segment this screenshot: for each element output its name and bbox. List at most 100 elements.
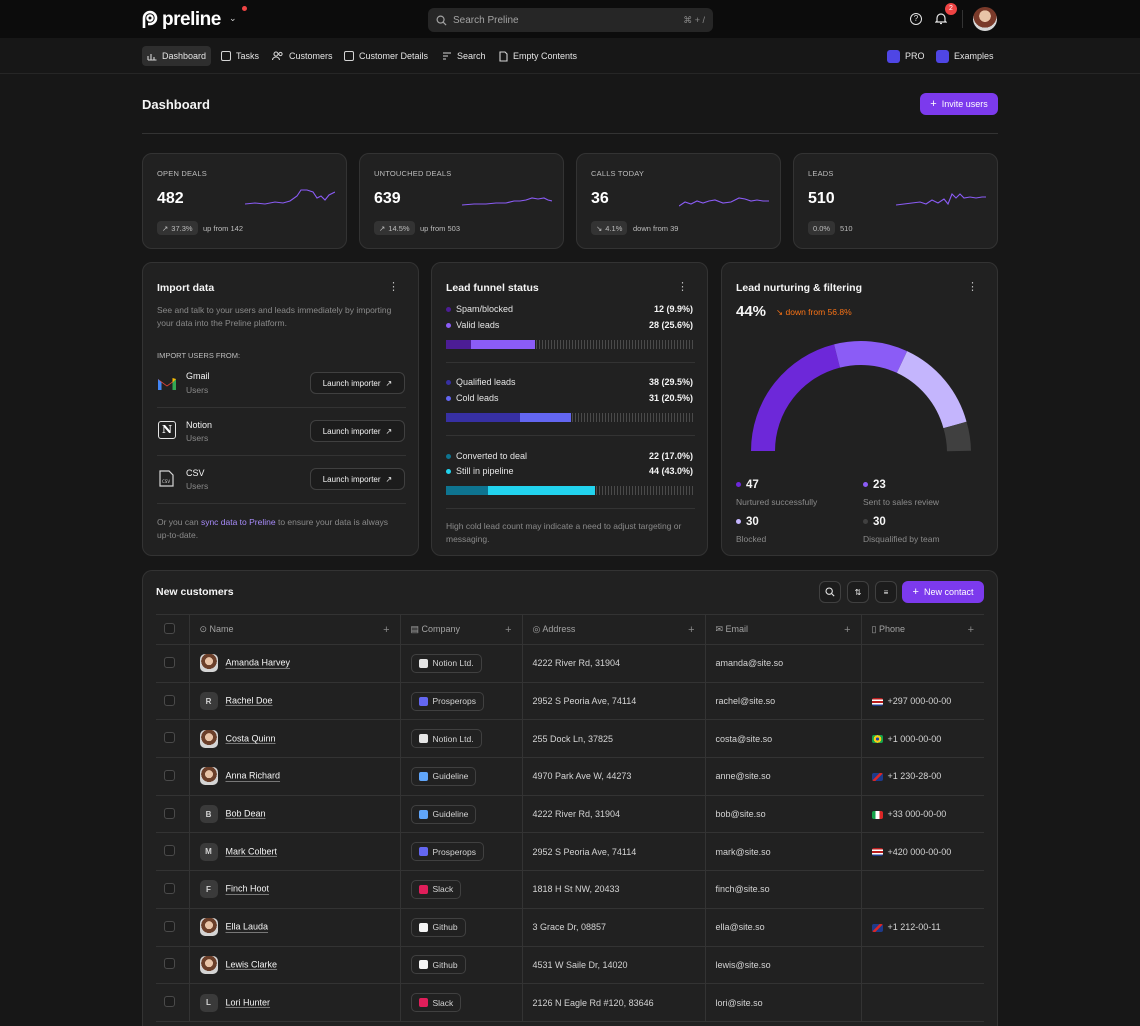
more-options-icon[interactable]: ⋮ bbox=[388, 281, 399, 293]
company-chip[interactable]: Guideline bbox=[410, 804, 477, 824]
nav-tasks[interactable]: Tasks bbox=[216, 46, 264, 66]
table-row[interactable]: F Finch Hoot Slack 1818 H St NW, 20433 finch… bbox=[156, 870, 984, 909]
row-checkbox[interactable] bbox=[164, 845, 175, 857]
help-icon[interactable]: ? bbox=[910, 13, 922, 25]
user-avatar[interactable] bbox=[973, 7, 997, 31]
add-column-icon[interactable]: + bbox=[688, 624, 694, 636]
add-column-icon[interactable]: + bbox=[844, 624, 850, 636]
company-chip[interactable]: Github bbox=[410, 917, 466, 937]
company-chip[interactable]: Notion Ltd. bbox=[410, 653, 482, 673]
nav-customers[interactable]: Customers bbox=[267, 46, 338, 66]
prosperops-icon bbox=[418, 847, 428, 857]
launch-importer-gmail-button[interactable]: Launch importer ↗ bbox=[310, 372, 405, 394]
arrow-up-right-icon: ↗ bbox=[385, 426, 393, 436]
company-chip[interactable]: Github bbox=[410, 955, 466, 975]
table-row[interactable]: B Bob Dean Guideline 4222 River Rd, 31904 bo… bbox=[156, 794, 984, 834]
sparkline bbox=[679, 197, 769, 207]
pro-icon bbox=[887, 49, 900, 63]
row-checkbox[interactable] bbox=[164, 882, 175, 894]
flag-br-icon bbox=[871, 735, 883, 744]
table-row[interactable]: R Rachel Doe Prosperops 2952 S Peoria Ave, … bbox=[156, 681, 984, 721]
nav-pro[interactable]: PRO bbox=[882, 46, 930, 66]
customer-name-link[interactable]: Bob Dean bbox=[226, 808, 266, 818]
column-company[interactable]: ▤ Company + bbox=[399, 614, 523, 645]
table-search-button[interactable] bbox=[819, 581, 841, 603]
table-row[interactable]: Ella Lauda Github 3 Grace Dr, 08857 ella@si… bbox=[156, 907, 984, 947]
table-row[interactable]: L Lori Hunter Slack 2126 N Eagle Rd #120, 8… bbox=[156, 983, 984, 1022]
row-checkbox[interactable] bbox=[164, 958, 175, 970]
more-options-icon[interactable]: ⋮ bbox=[677, 281, 688, 293]
table-row[interactable]: Amanda Harvey Notion Ltd. 4222 River Rd, 3… bbox=[156, 644, 984, 683]
customer-name-link[interactable]: Lori Hunter bbox=[226, 997, 271, 1007]
select-all-checkbox[interactable] bbox=[164, 623, 175, 634]
column-name[interactable]: ⊙ Name + bbox=[188, 614, 401, 645]
workspace-dropdown-icon[interactable]: ⌄ bbox=[229, 13, 239, 23]
phone-icon: ▯ bbox=[871, 624, 879, 634]
add-column-icon[interactable]: + bbox=[505, 624, 511, 636]
customer-name-link[interactable]: Lewis Clarke bbox=[226, 959, 278, 969]
email-cell: lewis@site.so bbox=[704, 945, 862, 985]
company-chip[interactable]: Prosperops bbox=[410, 842, 484, 862]
guideline-icon bbox=[418, 809, 428, 819]
row-checkbox[interactable] bbox=[164, 807, 175, 819]
filter-button[interactable]: ≡ bbox=[875, 581, 897, 603]
nav-empty-contents[interactable]: Empty Contents bbox=[494, 46, 582, 66]
phone-cell bbox=[860, 983, 984, 1022]
address-cell: 255 Dock Ln, 37825 bbox=[521, 719, 706, 759]
row-checkbox[interactable] bbox=[164, 656, 175, 668]
sync-data-link[interactable]: sync data to Preline bbox=[201, 517, 276, 527]
nav-examples[interactable]: Examples bbox=[931, 46, 999, 66]
row-checkbox[interactable] bbox=[164, 732, 175, 744]
launch-importer-csv-button[interactable]: Launch importer ↗ bbox=[310, 468, 405, 490]
invite-users-button[interactable]: + Invite users bbox=[920, 93, 998, 115]
company-chip[interactable]: Slack bbox=[410, 879, 462, 899]
search-icon bbox=[436, 15, 447, 26]
company-chip[interactable]: Slack bbox=[410, 993, 462, 1013]
map-pin-icon: ◎ bbox=[532, 624, 543, 634]
phone-cell: +1 212-00-11 bbox=[860, 907, 984, 947]
column-address[interactable]: ◎ Address + bbox=[521, 614, 706, 645]
phone-cell: +1 230-28-00 bbox=[860, 757, 984, 796]
column-email[interactable]: ✉ Email + bbox=[704, 614, 862, 645]
nav-customer-details[interactable]: Customer Details bbox=[339, 46, 433, 66]
funnel-seg-cold bbox=[520, 413, 571, 422]
customer-name-link[interactable]: Finch Hoot bbox=[226, 884, 270, 894]
row-checkbox[interactable] bbox=[164, 694, 175, 706]
customer-name-link[interactable]: Ella Lauda bbox=[226, 922, 269, 932]
notion-icon bbox=[418, 734, 428, 744]
table-row[interactable]: Lewis Clarke Github 4531 W Saile Dr, 14020… bbox=[156, 945, 984, 985]
address-cell: 4222 River Rd, 31904 bbox=[521, 794, 706, 834]
nav-dashboard[interactable]: Dashboard bbox=[142, 46, 212, 66]
legend-dot bbox=[446, 380, 451, 386]
avatar: R bbox=[199, 692, 218, 711]
nav-search[interactable]: Search bbox=[437, 46, 491, 66]
customer-name-link[interactable]: Anna Richard bbox=[226, 771, 281, 781]
customer-name-link[interactable]: Costa Quinn bbox=[226, 733, 276, 743]
new-contact-button[interactable]: + New contact bbox=[902, 581, 984, 603]
avatar: M bbox=[199, 842, 218, 861]
company-chip[interactable]: Prosperops bbox=[410, 691, 484, 711]
add-column-icon[interactable]: + bbox=[383, 624, 389, 636]
table-row[interactable]: Costa Quinn Notion Ltd. 255 Dock Ln, 37825… bbox=[156, 719, 984, 759]
bell-icon[interactable] bbox=[935, 12, 947, 25]
table-row[interactable]: Anna Richard Guideline 4970 Park Ave W, 44… bbox=[156, 757, 984, 796]
company-chip[interactable]: Notion Ltd. bbox=[410, 729, 482, 749]
row-checkbox[interactable] bbox=[164, 996, 175, 1008]
row-checkbox[interactable] bbox=[164, 920, 175, 932]
table-row[interactable]: M Mark Colbert Prosperops 2952 S Peoria Ave… bbox=[156, 832, 984, 872]
customer-name-link[interactable]: Rachel Doe bbox=[226, 695, 273, 705]
customer-name-link[interactable]: Amanda Harvey bbox=[226, 658, 291, 668]
column-phone[interactable]: ▯ Phone + bbox=[860, 614, 984, 645]
lead-nurturing-card: Lead nurturing & filtering ⋮ 44% ↘ down … bbox=[721, 262, 998, 556]
customer-name-link[interactable]: Mark Colbert bbox=[226, 846, 278, 856]
launch-importer-notion-button[interactable]: Launch importer ↗ bbox=[310, 420, 405, 442]
more-options-icon[interactable]: ⋮ bbox=[967, 281, 978, 293]
sort-button[interactable]: ⇅ bbox=[847, 581, 869, 603]
company-chip[interactable]: Guideline bbox=[410, 766, 477, 786]
add-column-icon[interactable]: + bbox=[968, 624, 974, 636]
arrow-up-right-icon: ↗ bbox=[385, 378, 393, 388]
search-input[interactable]: Search Preline ⌘ + / bbox=[428, 8, 713, 32]
flag-us-icon bbox=[871, 848, 883, 857]
logo[interactable]: preline bbox=[142, 9, 221, 31]
row-checkbox[interactable] bbox=[164, 769, 175, 781]
